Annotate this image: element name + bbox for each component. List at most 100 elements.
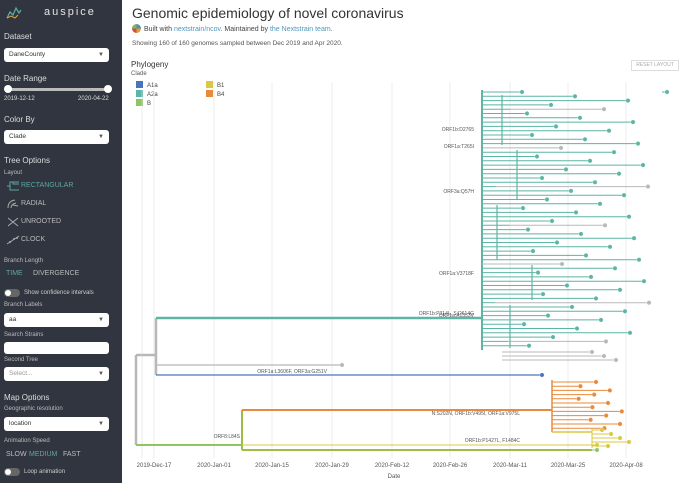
date-range-slider[interactable] <box>4 85 112 93</box>
tip-node[interactable] <box>540 291 546 297</box>
tip-node[interactable] <box>625 98 631 103</box>
tip-node[interactable] <box>529 132 535 138</box>
tip-node[interactable] <box>590 404 595 410</box>
tip-node[interactable] <box>574 326 580 331</box>
tip-node[interactable] <box>603 339 609 344</box>
tip-node[interactable] <box>627 330 633 336</box>
tree-tips[interactable] <box>339 89 670 453</box>
tip-node[interactable] <box>564 283 570 288</box>
tip-node[interactable] <box>607 388 613 393</box>
tip-node[interactable] <box>544 197 550 202</box>
tip-node[interactable] <box>339 362 345 368</box>
tip-node[interactable] <box>568 188 574 194</box>
tip-node[interactable] <box>594 447 600 453</box>
tip-node[interactable] <box>646 300 652 306</box>
tip-node[interactable] <box>592 179 598 185</box>
branch-length-divergence[interactable]: DIVERGENCE <box>33 270 79 277</box>
tip-node[interactable] <box>607 244 613 250</box>
layout-rectangular[interactable]: RECTANGULAR <box>6 180 116 194</box>
tip-node[interactable] <box>578 383 583 389</box>
tip-node[interactable] <box>593 296 599 301</box>
confidence-toggle[interactable] <box>4 289 20 297</box>
tip-node[interactable] <box>616 171 622 177</box>
tip-node[interactable] <box>578 231 584 237</box>
tip-node[interactable] <box>601 106 607 112</box>
tip-node[interactable] <box>640 162 646 168</box>
tip-node[interactable] <box>602 222 608 228</box>
tip-node[interactable] <box>608 431 614 437</box>
speed-fast[interactable]: FAST <box>63 451 81 458</box>
logo[interactable]: auspice <box>4 4 122 22</box>
tip-node[interactable] <box>636 257 642 263</box>
tip-node[interactable] <box>617 435 623 441</box>
tip-node[interactable] <box>626 439 632 445</box>
tip-node[interactable] <box>535 270 541 275</box>
second-tree-select[interactable]: Select... ▼ <box>4 367 109 381</box>
tip-node[interactable] <box>606 128 612 134</box>
tip-node[interactable] <box>617 287 623 293</box>
layout-clock[interactable]: CLOCK <box>6 234 116 248</box>
tip-node[interactable] <box>576 396 581 402</box>
tip-node[interactable] <box>664 89 670 95</box>
speed-slow[interactable]: SLOW <box>6 451 27 458</box>
tip-node[interactable] <box>589 349 595 355</box>
color-by-select[interactable]: Clade ▼ <box>4 130 109 144</box>
tip-node[interactable] <box>534 154 540 159</box>
tip-node[interactable] <box>519 89 525 95</box>
tip-node[interactable] <box>558 145 564 151</box>
tip-node[interactable] <box>622 308 628 314</box>
tip-node[interactable] <box>573 210 579 215</box>
tip-node[interactable] <box>621 192 627 198</box>
tip-node[interactable] <box>613 357 619 363</box>
tip-node[interactable] <box>591 392 597 397</box>
tip-node[interactable] <box>553 124 559 129</box>
tip-node[interactable] <box>588 417 593 423</box>
tip-node[interactable] <box>539 175 545 181</box>
speed-medium[interactable]: MEDIUM <box>29 451 57 458</box>
tip-node[interactable] <box>626 214 632 220</box>
tip-node[interactable] <box>521 321 527 327</box>
tip-node[interactable] <box>603 413 609 418</box>
date-start-handle[interactable] <box>4 85 12 93</box>
tip-node[interactable] <box>572 93 578 99</box>
tip-node[interactable] <box>645 184 651 189</box>
tip-node[interactable] <box>587 158 593 164</box>
tip-node[interactable] <box>559 261 565 267</box>
tip-node[interactable] <box>525 227 531 232</box>
tip-node[interactable] <box>597 201 603 207</box>
tip-node[interactable] <box>612 265 618 271</box>
tip-node[interactable] <box>526 343 532 349</box>
tip-node[interactable] <box>545 313 551 318</box>
tip-node[interactable] <box>599 427 605 433</box>
tip-node[interactable] <box>631 235 637 241</box>
tip-node[interactable] <box>569 304 575 310</box>
tip-node[interactable] <box>577 115 583 121</box>
tip-node[interactable] <box>601 353 607 359</box>
layout-radial[interactable]: RADIAL <box>6 198 116 212</box>
tip-node[interactable] <box>605 400 611 406</box>
tip-node[interactable] <box>549 218 555 224</box>
tip-node[interactable] <box>593 379 599 385</box>
tip-node[interactable] <box>617 421 623 427</box>
dataset-select[interactable]: DaneCounty ▼ <box>4 48 109 62</box>
tip-node[interactable] <box>588 274 594 280</box>
tip-node[interactable] <box>598 317 604 323</box>
tip-node[interactable] <box>630 119 636 125</box>
branch-labels-select[interactable]: aa ▼ <box>4 313 109 327</box>
layout-unrooted[interactable]: UNROOTED <box>6 216 116 230</box>
geo-resolution-select[interactable]: location ▼ <box>4 417 109 431</box>
tip-node[interactable] <box>594 442 600 448</box>
tip-node[interactable] <box>635 141 641 146</box>
phylogeny-tree[interactable]: ORF1b:D2765 ORF1a:T265I ORF3a:Q57H ORF1a:V3… <box>122 0 680 483</box>
tip-node[interactable] <box>563 167 569 172</box>
search-strains-input[interactable] <box>4 342 109 354</box>
loop-animation-toggle[interactable] <box>4 468 20 476</box>
tree-branches[interactable] <box>134 90 667 458</box>
tip-node[interactable] <box>520 205 526 211</box>
tip-node[interactable] <box>641 278 647 284</box>
tip-node[interactable] <box>524 111 530 116</box>
tip-node[interactable] <box>582 136 588 142</box>
date-end-handle[interactable] <box>104 85 112 93</box>
tip-node[interactable] <box>530 248 536 254</box>
tip-node[interactable] <box>548 102 554 108</box>
